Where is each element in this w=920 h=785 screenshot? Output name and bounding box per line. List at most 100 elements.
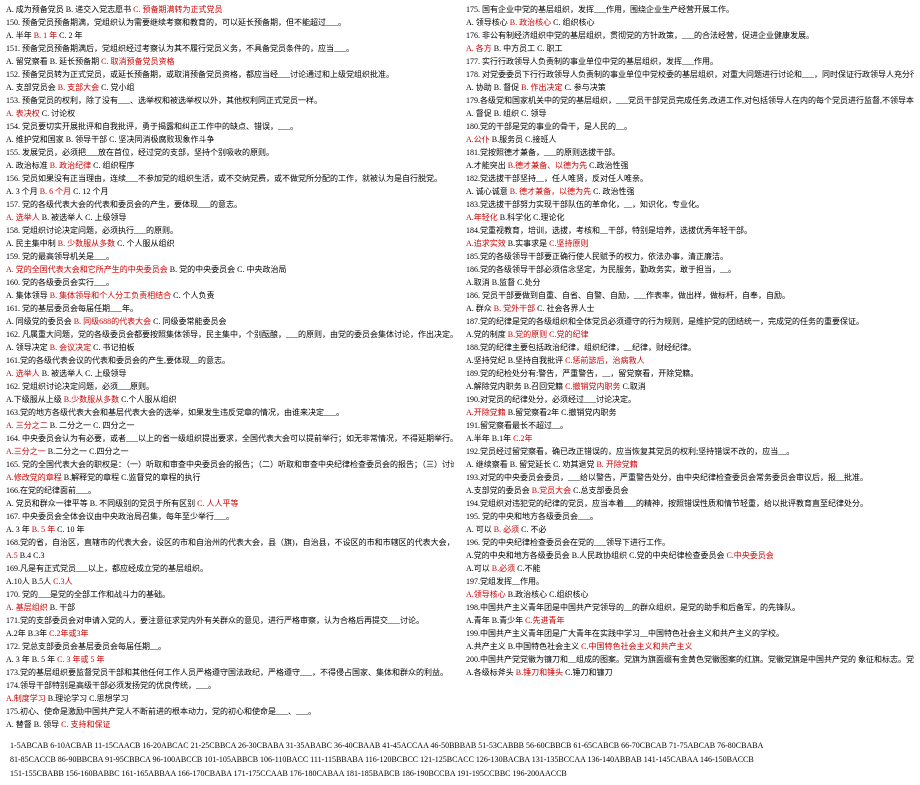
question-line: A.领导核心 B.政治核心 C.组织核心 — [466, 589, 914, 601]
question-line: 166.在党的纪律面前___。 — [6, 485, 454, 497]
question-line: 177. 实行行政领导人负责制的事业单位中党的基层组织，发挥___作用。 — [466, 56, 914, 68]
answer-line: 81-85CACCB 86-90BBCBA 91-95CBBCA 96-100A… — [10, 754, 910, 767]
question-line: 200.中国共产党党徽为镰刀和__组成的图案。党旗为旗面缀有金黄色党徽图案的红旗… — [466, 654, 914, 666]
question-line: A.公仆 B.服务员 C.接班人 — [466, 134, 914, 146]
question-line: A. 各方 B. 中方员工 C. 职工 — [466, 43, 914, 55]
question-line: A. 继续察看 B. 留党延长 C. 劝其退党 B. 开除党籍 — [466, 459, 914, 471]
question-line: 178. 对党委委员下行行政领导人负责制的事业单位中党校委的基层组织，对重大问题… — [466, 69, 914, 81]
question-line: A. 领导决定 B. 会议决定 C. 书记拍板 — [6, 342, 454, 354]
question-line: 153. 预备党员的权利，除了没有___、选举权和被选举权以外，其他权利同正式党… — [6, 95, 454, 107]
question-line: A. 选举人 B. 被选举人 C. 上级领导 — [6, 212, 454, 224]
question-line: A. 党员和群众一律平等 B. 不同级别的党员于所有区别 C. 人人平等 — [6, 498, 454, 510]
question-line: 168.党的省，自治区，直辖市的代表大会，设区的市和自治州的代表大会，县（旗)，… — [6, 537, 454, 549]
question-line: A.解除党内职务 B.召回党籍 C.撤销党内职务 C.取消 — [466, 381, 914, 393]
question-line: A. 3 年 B. 5 年 C. 10 年 — [6, 524, 454, 536]
question-line: A. 替督 B. 领导 C. 支持和保证 — [6, 719, 454, 731]
question-line: 152. 预备党员转为正式党员，或延长预备期，或取消预备党员资格，都应当经___… — [6, 69, 454, 81]
question-line: A.可以 B.必须 C.不能 — [466, 563, 914, 575]
question-line: A. 选举人 B. 被选举人 C. 上级领导 — [6, 368, 454, 380]
question-line: A.党的制度 B.党的原则 C.党的纪律 — [466, 329, 914, 341]
question-line: 187.党的纪律是党的各级组织和全体党员必须遵守的行为规则，是维护党的团结统一，… — [466, 316, 914, 328]
question-line: 156. 党员如果没有正当理由，连续___不参加党的组织生活，或不交纳党费，或不… — [6, 173, 454, 185]
question-line: A. 党的全国代表大会和它所产生的中央委员会 B. 党的中央委员会 C. 中央政… — [6, 264, 454, 276]
question-line: 183.党选拔干部努力实现干部队伍的革命化，__，知识化，专业化。 — [466, 199, 914, 211]
question-line: A.才能突出 B.德才兼备、以德为先 C.政治性强 — [466, 160, 914, 172]
question-line: A.下级服从上级 B.少数服从多数 C.个人服从组织 — [6, 394, 454, 406]
question-line: A.党的中央和地方各级委员会 B.人民政协组织 C.党的中央纪律检查委员会 C.… — [466, 550, 914, 562]
question-line: 196. 党的中央纪律检查委员会在党的___领导下进行工作。 — [466, 537, 914, 549]
question-line: A. 政治标准 B. 政治纪律 C. 组织程序 — [6, 160, 454, 172]
question-line: A. 可以 B. 必须 C. 不必 — [466, 524, 914, 536]
question-line: A. 领导核心 B. 政治核心 C. 组织核心 — [466, 17, 914, 29]
question-line: A. 半年 B. 1 年 C. 2 年 — [6, 30, 454, 42]
question-line: 161.党的各级代表会议的代表和委员会的产生,要体现__的意志。 — [6, 355, 454, 367]
question-line: 159. 党的最高领导机关是___。 — [6, 251, 454, 263]
question-line: 171.党的支部委员会对申请入党的人，要注意征求党内外有关群众的意见，进行严格审… — [6, 615, 454, 627]
question-line: 182.党选拔干部坚持__，任人唯贤，反对任人唯亲。 — [466, 173, 914, 185]
question-line: A.修改党的章程 B.解释党的章程 C.监督党的章程的执行 — [6, 472, 454, 484]
question-line: A. 基层组织 B. 干部 — [6, 602, 454, 614]
question-line: A. 留党察看 B. 延长预备期 C. 取消预备党员资格 — [6, 56, 454, 68]
question-line: 181.党按照德才兼备，___的原则选拔干部。 — [466, 147, 914, 159]
question-line: A.年轻化 B.科学化 C.理论化 — [466, 212, 914, 224]
question-line: A.2年 B.3年 C.2年或3年 — [6, 628, 454, 640]
question-line: 172. 党总支部委员会基层委员会每届任期__。 — [6, 641, 454, 653]
question-line: 197.党组发挥__作用。 — [466, 576, 914, 588]
answer-key: 1-5ABCAB 6-10ACBAB 11-15CAACB 16-20ABCAC… — [0, 736, 920, 785]
question-line: 185.党的各级领导干部要正确行使人民赋予的权力，依法办事，清正廉洁。 — [466, 251, 914, 263]
question-line: 170. 党的___是党的全部工作和战斗力的基础。 — [6, 589, 454, 601]
question-line: 173.党的基层组织要监督党员干部和其他任何工作人员严格遵守国法政纪，严格遵守_… — [6, 667, 454, 679]
question-line: 198.中国共产主义青年团是中国共产党领导的__的群众组织，是党的助手和后备军，… — [466, 602, 914, 614]
question-line: A.取消 B.监督 C.处分 — [466, 277, 914, 289]
question-line: 180.党的干部是党的事业的骨干，是人民的__。 — [466, 121, 914, 133]
question-line: 162. 党组织讨论决定问题，必须___原则。 — [6, 381, 454, 393]
question-line: 190.对党员的纪律处分，必须经过___讨论决定。 — [466, 394, 914, 406]
question-line: 158. 党组织讨论决定问题，必须执行___的原则。 — [6, 225, 454, 237]
question-line: 194.党组织对违犯党的纪律的党员，应当本着___的精神，按照错误性质和情节轻重… — [466, 498, 914, 510]
question-line: A. 三分之二 B. 二分之一 C. 四分之一 — [6, 420, 454, 432]
question-line: 176. 非公有制经济组织中党的基层组织，贯彻党的方针政策，___的合法经营，促… — [466, 30, 914, 42]
question-line: 163.党的地方各级代表大会和基层代表大会的选举，如果发生违反党章的情况，由谁来… — [6, 407, 454, 419]
question-line: 195. 党的中央和地方各级委员会___。 — [466, 511, 914, 523]
question-line: A. 诚心诚意 B. 德才兼备，以德为先 C. 政治性强 — [466, 186, 914, 198]
question-line: A. 表决权 C. 讨论权 — [6, 108, 454, 120]
question-line: 157. 党的各级代表大会的代表和委员会的产生，要体现___的意志。 — [6, 199, 454, 211]
question-line: 199.中国共产主义青年团是广大青年在实践中学习__中国特色社会主义和共产主义的… — [466, 628, 914, 640]
question-line: A. 支部党员会 B. 支部大会 C. 党小组 — [6, 82, 454, 94]
question-line: 188.党的纪律主要包括政治纪律，组织纪律，__纪律，财经纪律。 — [466, 342, 914, 354]
question-line: 169.凡是有正式党员___以上，都应经成立党的基层组织。 — [6, 563, 454, 575]
question-line: A. 3 年 B. 5 年 C. 3 年或 5 年 — [6, 654, 454, 666]
question-line: 175. 国有企业中党的基层组织，发挥___作用，围绕企业生产经营开展工作。 — [466, 4, 914, 16]
question-line: 174.领导干部特别是高级干部必须发扬党的优良传统，___。 — [6, 680, 454, 692]
question-line: 162. 凡属重大问题，党的各级委员会都要按照集体领导，民主集中，个别酝酿，__… — [6, 329, 454, 341]
question-line: 167. 中央委员会全体会议由中央政治局召集，每年至少举行___。 — [6, 511, 454, 523]
question-line: 165. 党的全国代表大会的职权是：（一）听取和审查中央委员会的报告；（二）听取… — [6, 459, 454, 471]
question-line: 186.党的各级领导干部必须信念坚定，为民服务，勤政务实，敢于担当，__。 — [466, 264, 914, 276]
question-line: A. 群众 B. 党外干部 C. 社会各界人士 — [466, 303, 914, 315]
question-line: A. 集体领导 B. 集体领导和个人分工负责相结合 C. 个人负责 — [6, 290, 454, 302]
question-line: A. 协助 B. 督促 B. 作出决定 C. 参与决策 — [466, 82, 914, 94]
question-line: A.5 B.4 C.3 — [6, 550, 454, 562]
question-line: A.青年 B.青少年 C.先进青年 — [466, 615, 914, 627]
question-line: A. 3 个月 B. 6 个月 C. 12 个月 — [6, 186, 454, 198]
question-line: 164. 中央委员会认为有必要，或者___以上的省一级组织提出要求，全国代表大会… — [6, 433, 454, 445]
question-line: 160. 党的各级委员会实行___。 — [6, 277, 454, 289]
question-line: A. 成为预备党员 B. 递交入党志愿书 C. 预备期满转为正式党员 — [6, 4, 454, 16]
question-line: 191.留党察看最长不超过__。 — [466, 420, 914, 432]
question-line: 186. 党员干部要做到自重、自省、自警、自励，___作表率，做出样，做标杆，自… — [466, 290, 914, 302]
question-line: A.共产主义 B.中国特色社会主义 C.中国特色社会主义和共产主义 — [466, 641, 914, 653]
question-line: 189.党的纪检处分有:警告，严重警告，__，留党察看，开除党籍。 — [466, 368, 914, 380]
question-line: A.各级标斧头 B.锤刀和锤头 C.锤刀和镰刀 — [466, 667, 914, 679]
question-line: 150. 预备党员预备期满，党组织认为需要继续考察和教育的，可以延长预备期，但不… — [6, 17, 454, 29]
question-line: A.支部党的委员会 B.党员大会 C.总支部委员会 — [466, 485, 914, 497]
question-line: A.10人 B.5人 C.3人 — [6, 576, 454, 588]
question-line: 193.对党的中央委员会委员，___给以警告，严重警告处分，由中央纪律检查委员会… — [466, 472, 914, 484]
question-line: 192.党员经过留党察看，确已改正错误的，应当恢复其党员的权利;坚持错误不改的，… — [466, 446, 914, 458]
question-line: 179.各级党和国家机关中的党的基层组织，___党员干部党员完成任务,改进工作,… — [466, 95, 914, 107]
left-column: A. 成为预备党员 B. 递交入党志愿书 C. 预备期满转为正式党员150. 预… — [6, 4, 454, 732]
question-line: 175.初心、使命是激励中国共产党人不断前进的根本动力，党的初心和使命是___、… — [6, 706, 454, 718]
answer-line: 151-155CBABB 156-160BABBC 161-165ABBAA 1… — [10, 768, 910, 781]
question-line: A.半年 B.1年 C.2年 — [466, 433, 914, 445]
question-line: A. 督促 B. 组织 C. 领导 — [466, 108, 914, 120]
question-line: 184.党重视教育，培训，选拔，考核和__干部，特别是培养，选拔优秀年轻干部。 — [466, 225, 914, 237]
